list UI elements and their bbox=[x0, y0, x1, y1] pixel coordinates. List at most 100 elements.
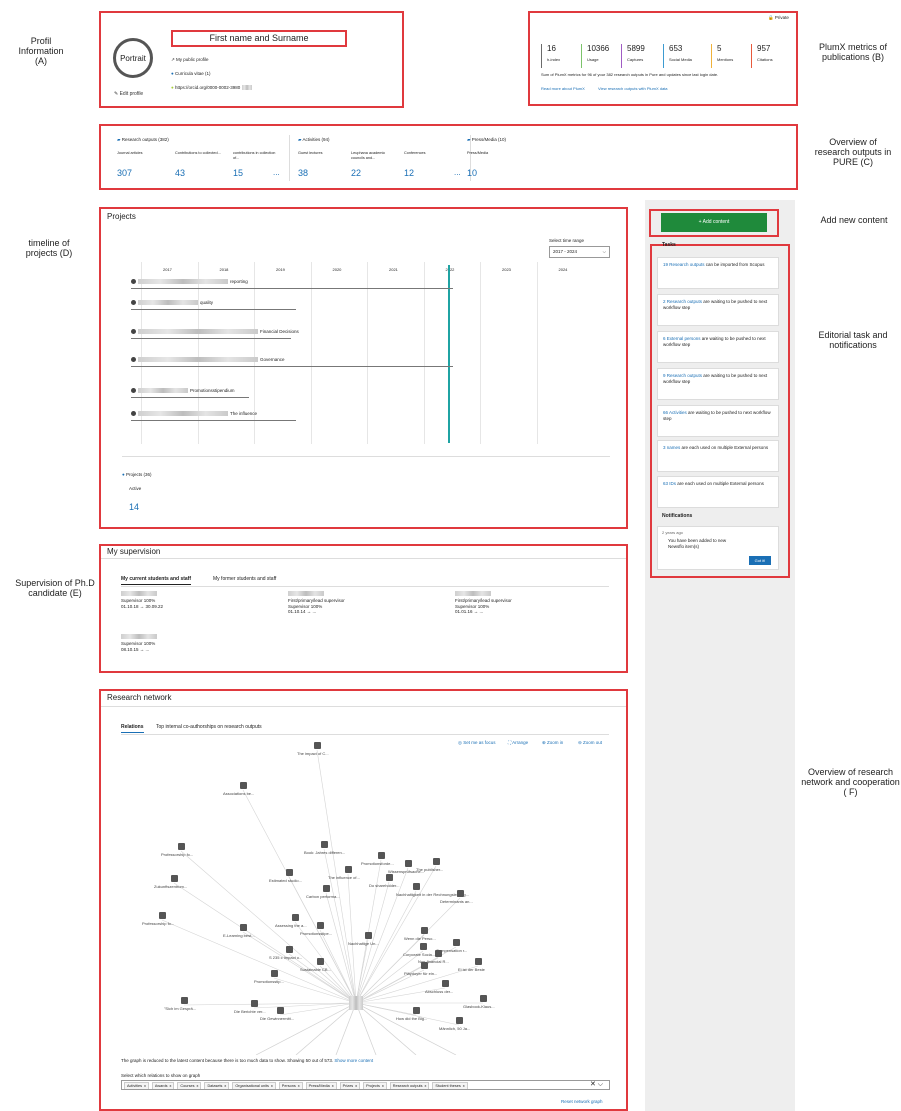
task-card[interactable]: 66 Activities are waiting to be pushed t… bbox=[657, 405, 779, 437]
output-count[interactable]: 43 bbox=[175, 168, 185, 178]
filter-tag[interactable]: Activities x bbox=[124, 1082, 149, 1089]
task-link[interactable]: 2 Research outputs bbox=[663, 299, 702, 304]
network-node-icon[interactable] bbox=[323, 885, 330, 892]
reset-network-link[interactable]: Reset network graph bbox=[561, 1099, 603, 1104]
close-icon[interactable]: x bbox=[332, 1084, 334, 1088]
task-card[interactable]: 3 names are each used on multiple Extern… bbox=[657, 440, 779, 472]
student-item[interactable]: First/primary/lead supervisor Supervisor … bbox=[288, 591, 345, 615]
project-row[interactable]: Financial Decisions bbox=[131, 329, 299, 335]
filter-tag[interactable]: Persons x bbox=[278, 1082, 303, 1089]
network-node-icon[interactable] bbox=[292, 914, 299, 921]
network-node-icon[interactable] bbox=[286, 946, 293, 953]
task-card[interactable]: 63 IDs are each used on multiple Externa… bbox=[657, 476, 779, 508]
more-outputs-link[interactable]: ... bbox=[454, 168, 461, 177]
network-node-icon[interactable] bbox=[159, 912, 166, 919]
network-node-icon[interactable] bbox=[453, 939, 460, 946]
network-node-icon[interactable] bbox=[314, 742, 321, 749]
network-node-icon[interactable] bbox=[413, 1007, 420, 1014]
filter-tag[interactable]: Organisational units x bbox=[232, 1082, 276, 1089]
network-node-icon[interactable] bbox=[378, 852, 385, 859]
network-node-icon[interactable] bbox=[178, 843, 185, 850]
filter-tag[interactable]: Student theses x bbox=[432, 1082, 468, 1089]
task-link[interactable]: 3 names bbox=[663, 445, 680, 450]
network-node-icon[interactable] bbox=[421, 962, 428, 969]
network-node-icon[interactable] bbox=[433, 858, 440, 865]
relations-filter-input[interactable]: Activities x Awards x Courses x Datasets x Organ… bbox=[121, 1080, 610, 1090]
task-link[interactable]: 9 Research outputs bbox=[663, 373, 702, 378]
close-icon[interactable]: x bbox=[224, 1084, 226, 1088]
task-card[interactable]: 2 Research outputs are waiting to be pus… bbox=[657, 294, 779, 326]
task-link[interactable]: 6 External persons bbox=[663, 336, 701, 341]
plumx-view[interactable]: View research outputs with PlumX data bbox=[598, 86, 668, 91]
tab-former-students[interactable]: My former students and staff bbox=[213, 576, 276, 582]
network-node-icon[interactable] bbox=[386, 874, 393, 881]
project-row[interactable]: Promotionsstipendium bbox=[131, 388, 235, 394]
close-icon[interactable]: x bbox=[271, 1084, 273, 1088]
filter-tag[interactable]: Prizes x bbox=[339, 1082, 361, 1089]
public-profile-link[interactable]: ↗ My public profile bbox=[171, 57, 209, 63]
filter-tag[interactable]: Press/Media x bbox=[305, 1082, 337, 1089]
network-node-icon[interactable] bbox=[345, 866, 352, 873]
network-center-node[interactable] bbox=[349, 996, 363, 1010]
close-icon[interactable]: x bbox=[144, 1084, 146, 1088]
output-count[interactable]: 38 bbox=[298, 168, 308, 178]
close-icon[interactable]: x bbox=[355, 1084, 357, 1088]
output-count[interactable]: 22 bbox=[351, 168, 361, 178]
task-link[interactable]: 66 Activities bbox=[663, 410, 687, 415]
filter-tag[interactable]: Courses x bbox=[177, 1082, 202, 1089]
network-node-icon[interactable] bbox=[277, 1007, 284, 1014]
got-it-button[interactable]: Got it! bbox=[749, 556, 771, 565]
network-node-icon[interactable] bbox=[317, 958, 324, 965]
network-node-icon[interactable] bbox=[240, 782, 247, 789]
task-link[interactable]: 19 Research outputs bbox=[663, 262, 705, 267]
show-more-link[interactable]: Show more content bbox=[334, 1058, 373, 1063]
close-icon[interactable]: x bbox=[298, 1084, 300, 1088]
network-node-icon[interactable] bbox=[421, 927, 428, 934]
outputs-group-title[interactable]: ▰ Activities (94) bbox=[298, 137, 329, 143]
network-node-icon[interactable] bbox=[405, 860, 412, 867]
filter-tag[interactable]: Projects x bbox=[363, 1082, 387, 1089]
outputs-group-title[interactable]: ▰ Press/Media (10) bbox=[467, 137, 506, 143]
network-node-icon[interactable] bbox=[456, 1017, 463, 1024]
tab-coauthorships[interactable]: Top internal co-authorships on research … bbox=[156, 724, 262, 730]
network-node-icon[interactable] bbox=[181, 997, 188, 1004]
tab-current-students[interactable]: My current students and staff bbox=[121, 576, 192, 585]
add-content-button[interactable]: + Add content bbox=[661, 213, 767, 232]
network-node-icon[interactable] bbox=[457, 890, 464, 897]
network-node-icon[interactable] bbox=[365, 932, 372, 939]
output-count[interactable]: 15 bbox=[233, 168, 243, 178]
network-node-icon[interactable] bbox=[321, 841, 328, 848]
student-item[interactable]: Supervisor 100% 08.10.15 → ... bbox=[121, 634, 157, 652]
output-count[interactable]: 12 bbox=[404, 168, 414, 178]
filter-tag[interactable]: Datasets x bbox=[204, 1082, 230, 1089]
filter-tag[interactable]: Awards x bbox=[151, 1082, 175, 1089]
task-card[interactable]: 9 Research outputs are waiting to be pus… bbox=[657, 368, 779, 400]
close-icon[interactable]: x bbox=[463, 1084, 465, 1088]
network-node-icon[interactable] bbox=[240, 924, 247, 931]
edit-profile-link[interactable]: ✎ Edit profile bbox=[114, 91, 143, 97]
close-icon[interactable]: x bbox=[169, 1084, 171, 1088]
close-icon[interactable]: x bbox=[197, 1084, 199, 1088]
network-node-icon[interactable] bbox=[171, 875, 178, 882]
close-icon[interactable]: x bbox=[382, 1084, 384, 1088]
network-node-icon[interactable] bbox=[480, 995, 487, 1002]
student-item[interactable]: First/primary/lead supervisor Supervisor … bbox=[455, 591, 512, 615]
network-node-icon[interactable] bbox=[475, 958, 482, 965]
project-row[interactable]: reporting bbox=[131, 279, 248, 285]
time-range-select[interactable]: 2017 - 2024 ⌵ bbox=[549, 246, 610, 258]
task-card[interactable]: 19 Research outputs can be imported from… bbox=[657, 257, 779, 289]
projects-active-value[interactable]: 14 bbox=[129, 502, 139, 512]
network-node-icon[interactable] bbox=[442, 980, 449, 987]
network-node-icon[interactable] bbox=[413, 883, 420, 890]
network-node-icon[interactable] bbox=[435, 950, 442, 957]
plumx-read-more[interactable]: Read more about PlumX bbox=[541, 86, 585, 91]
task-link[interactable]: 63 IDs bbox=[663, 481, 676, 486]
network-node-icon[interactable] bbox=[286, 869, 293, 876]
task-card[interactable]: 6 External persons are waiting to be pus… bbox=[657, 331, 779, 363]
clear-filters-icon[interactable]: ✕ ⌵ bbox=[590, 1080, 603, 1089]
filter-tag[interactable]: Research outputs x bbox=[389, 1082, 430, 1089]
output-count[interactable]: 307 bbox=[117, 168, 132, 178]
outputs-group-title[interactable]: ▰ Research outputs (382) bbox=[117, 137, 169, 143]
orcid-link[interactable]: ● https://orcid.org/0000-0002-3980 bbox=[171, 85, 252, 91]
network-node-icon[interactable] bbox=[251, 1000, 258, 1007]
